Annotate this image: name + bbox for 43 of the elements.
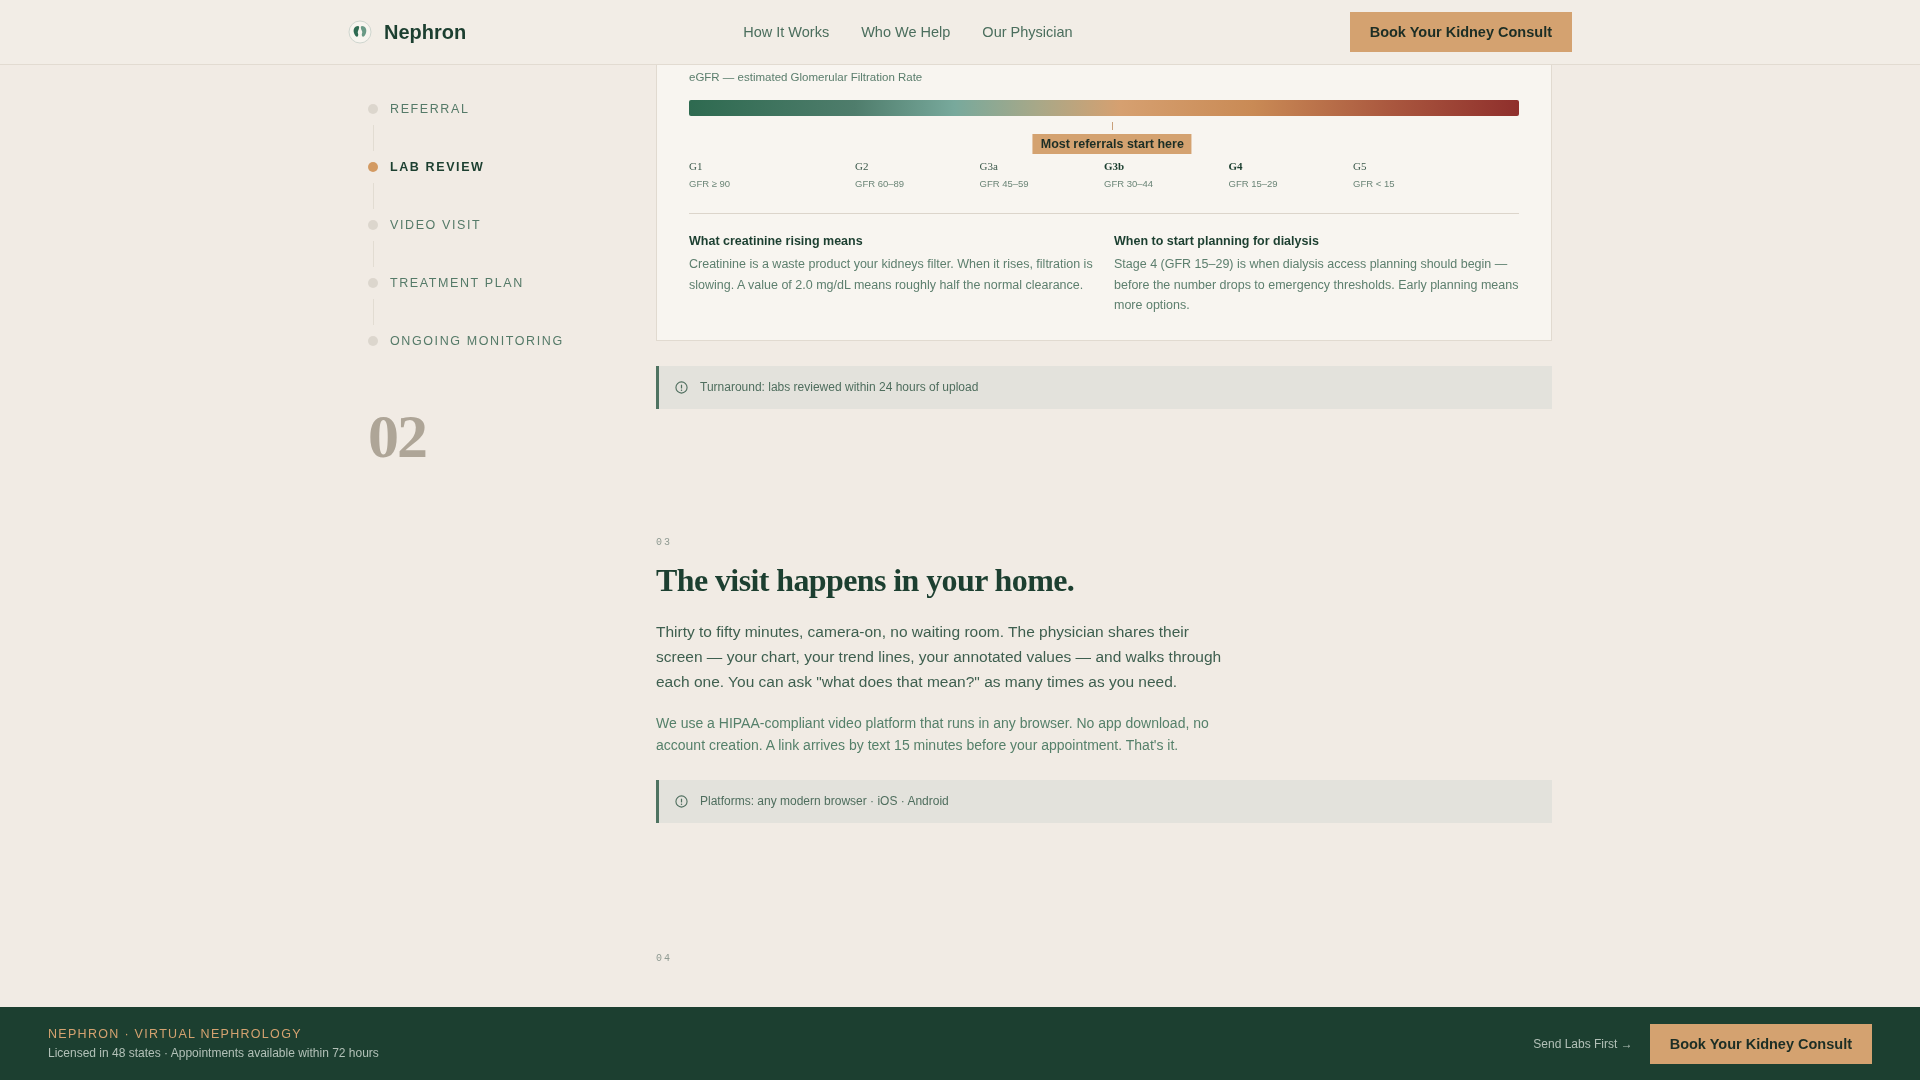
stage-range: GFR 15–29 — [1228, 178, 1279, 189]
section-heading: The visit happens in your home. — [656, 561, 1076, 599]
footer-subline: Licensed in 48 states · Appointments available within 72 hours — [48, 1046, 379, 1060]
step-link[interactable]: ONGOING MONITORING — [368, 333, 656, 349]
step-link[interactable]: LAB REVIEW — [368, 159, 656, 175]
stage-name: G3a — [979, 160, 999, 172]
stage-range: GFR 45–59 — [979, 178, 1030, 189]
step-link[interactable]: TREATMENT PLAN — [368, 275, 656, 291]
brand-name: Nephron — [384, 20, 467, 44]
info-note: Platforms: any modern browser · iOS · Android — [700, 794, 949, 808]
scale-caption: eGFR — estimated Glomerular Filtration Rate — [689, 71, 924, 83]
stage-name: G2 — [855, 160, 870, 172]
section-number: 04 — [656, 952, 673, 964]
body-paragraph: We use a HIPAA-compliant video platform that runs in any browser. No app download, no account creation. A link arrives by text 15 minutes before your appointment. That's it. — [656, 713, 1210, 755]
section-number: 03 — [656, 536, 673, 548]
info-icon — [675, 794, 688, 808]
step-link[interactable]: VIDEO VISIT — [368, 217, 656, 233]
book-consult-button[interactable]: Book Your Kidney Consult — [1349, 12, 1572, 52]
book-consult-button[interactable]: Book Your Kidney Consult — [1649, 1023, 1872, 1064]
stage-name: G3b — [1104, 160, 1126, 172]
stage-range: GFR < 15 — [1353, 178, 1396, 189]
stage-range: GFR ≥ 90 — [689, 178, 732, 189]
nav-link[interactable]: Our Physician — [982, 24, 1073, 40]
nav-link[interactable]: Who We Help — [861, 24, 951, 40]
note-text: Stage 4 (GFR 15–29) is when dialysis access planning should begin — before the number drops to emergency thresholds. Early planning means more options. — [1114, 256, 1519, 314]
info-icon — [675, 380, 688, 394]
stage-range: GFR 60–89 — [855, 178, 906, 189]
note-title: What creatinine rising means — [689, 234, 864, 248]
stage-name: G1 — [689, 160, 704, 172]
referral-marker-label: Most referrals start here — [1032, 134, 1192, 154]
note-title: When to start planning for dialysis — [1114, 234, 1320, 248]
nav-link[interactable]: How It Works — [743, 24, 830, 40]
footer-brand: NEPHRON · VIRTUAL NEPHROLOGY — [48, 1027, 303, 1041]
kidney-logo-icon — [348, 20, 372, 44]
note-text: Creatinine is a waste product your kidneys filter. When it rises, filtration is slowing. A value of 2.0 mg/dL means roughly half the normal clearance. — [689, 256, 1094, 294]
stage-range: GFR 30–44 — [1104, 178, 1155, 189]
step-number: 02 — [368, 401, 427, 472]
info-note: Turnaround: labs reviewed within 24 hours of upload — [700, 380, 979, 394]
stage-name: G4 — [1228, 160, 1244, 172]
body-paragraph: Thirty to fifty minutes, camera-on, no waiting room. The physician shares their screen — your chart, your trend lines, your annotated values — and walks through each one. You can ask "what does that mean?" as many times as you need. — [656, 621, 1223, 692]
step-link[interactable]: REFERRAL — [368, 101, 656, 117]
stage-name: G5 — [1353, 160, 1368, 172]
send-labs-link[interactable]: Send Labs First → — [1533, 1036, 1633, 1051]
